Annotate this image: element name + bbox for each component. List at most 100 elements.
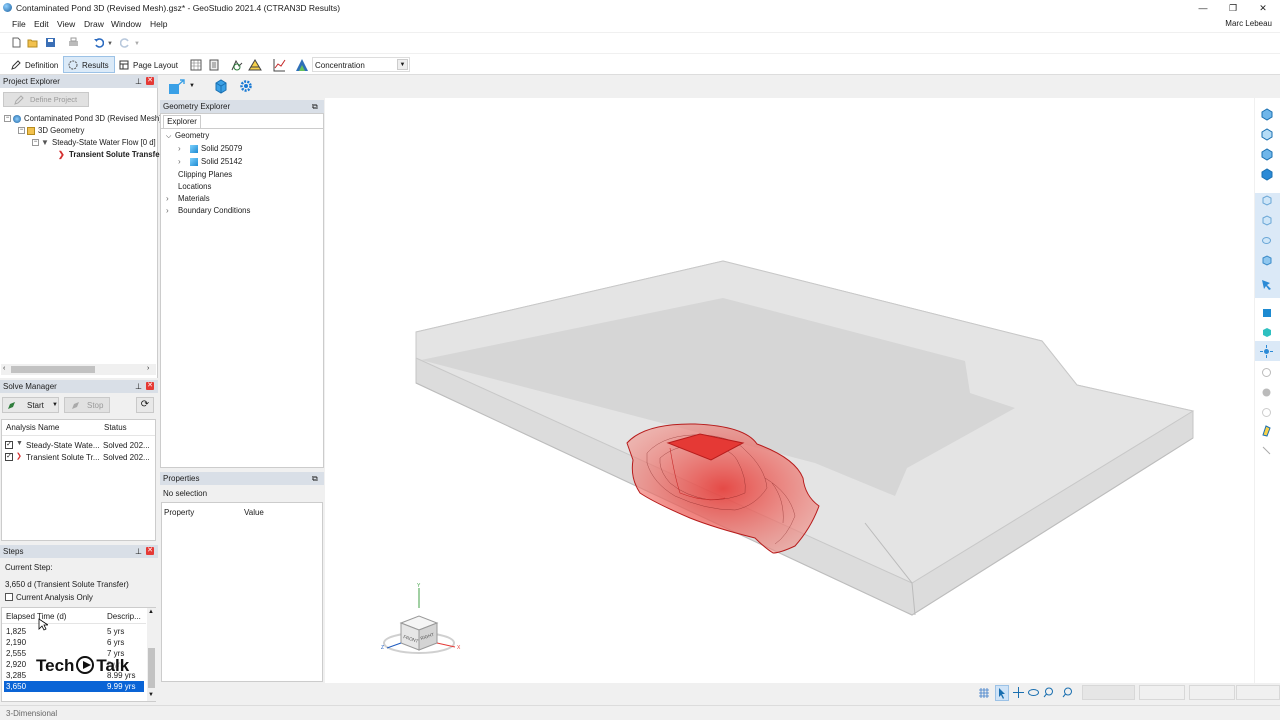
start-dropdown-icon[interactable]: ▼	[52, 402, 58, 408]
column-analysis-name[interactable]: Analysis Name	[6, 423, 59, 432]
chevron-right-icon[interactable]: ›	[166, 193, 178, 205]
view-cube-icon[interactable]	[214, 79, 228, 94]
zoom-in-icon[interactable]	[1260, 128, 1273, 141]
start-button[interactable]: Start ▼	[2, 397, 59, 413]
scroll-right-icon[interactable]: ›	[147, 365, 149, 372]
stop-button[interactable]: Stop	[64, 397, 110, 413]
current-analysis-only-checkbox[interactable]	[5, 593, 13, 601]
collapse-icon[interactable]: −	[18, 127, 25, 135]
zoom-window-icon[interactable]	[1062, 687, 1073, 698]
undo-dropdown-icon[interactable]: ▼	[107, 41, 113, 47]
scroll-up-icon[interactable]: ▲	[148, 609, 154, 615]
isoline-icon[interactable]	[248, 58, 262, 72]
close-panel-icon[interactable]: ✕	[146, 77, 154, 85]
maximize-button[interactable]: ❐	[1218, 1, 1248, 15]
results-button[interactable]: Results	[63, 56, 115, 73]
shade-icon[interactable]	[1260, 306, 1273, 319]
print-icon[interactable]	[68, 37, 79, 48]
grid-icon[interactable]	[979, 688, 989, 698]
refresh-icon[interactable]: ⟳	[136, 397, 154, 413]
isolate-icon[interactable]	[1260, 406, 1273, 419]
pin-icon[interactable]: ⊥	[135, 78, 142, 86]
orbit-icon[interactable]	[1028, 687, 1039, 698]
tree-node-transient[interactable]: ❯ Transient Solute Transfer	[58, 149, 163, 161]
tree-node-clipping-planes[interactable]: Clipping Planes	[178, 169, 232, 181]
chevron-right-icon[interactable]: ›	[166, 205, 178, 217]
definition-button[interactable]: Definition	[6, 56, 64, 73]
menu-edit[interactable]: Edit	[34, 19, 49, 29]
redo-icon[interactable]	[120, 37, 131, 48]
scroll-down-icon[interactable]: ▼	[148, 692, 154, 698]
tab-explorer[interactable]: Explorer	[163, 115, 201, 128]
table-row[interactable]: ✓ ▼ Steady-State Wate... Solved 202...	[4, 440, 154, 451]
select-mode-button[interactable]	[995, 685, 1009, 701]
select-shape-icon[interactable]	[168, 79, 186, 95]
tree-node-project[interactable]: − Contaminated Pond 3D (Revised Mesh)	[4, 113, 162, 125]
column-status[interactable]: Status	[104, 423, 127, 432]
zoom-icon[interactable]	[1043, 687, 1054, 698]
zoom-to-fit-icon[interactable]	[1260, 108, 1273, 121]
zoom-out-icon[interactable]	[1260, 148, 1273, 161]
save-icon[interactable]	[45, 37, 56, 48]
3d-model-view[interactable]: FRONT RIGHT Y X Z	[325, 98, 1254, 683]
graph-icon[interactable]	[272, 58, 286, 72]
chevron-right-icon[interactable]: ›	[178, 156, 190, 168]
chevron-down-icon[interactable]: ▼	[397, 59, 408, 70]
select-face-icon[interactable]	[1260, 278, 1273, 291]
contour-icon[interactable]	[230, 58, 244, 72]
solid-view-icon[interactable]	[1260, 326, 1273, 339]
collapse-icon[interactable]: −	[32, 139, 39, 147]
table-row[interactable]: ✓ ❯ Transient Solute Tr... Solved 202...	[4, 452, 154, 463]
3d-viewport[interactable]: FRONT RIGHT Y X Z	[325, 98, 1254, 683]
scroll-left-icon[interactable]: ‹	[3, 365, 5, 372]
column-description[interactable]: Descrip...	[107, 612, 141, 621]
column-value[interactable]: Value	[244, 508, 264, 517]
float-panel-icon[interactable]: ⧉	[312, 475, 319, 483]
side-view-icon[interactable]	[1260, 214, 1273, 227]
menu-view[interactable]: View	[57, 19, 75, 29]
menu-draw[interactable]: Draw	[84, 19, 104, 29]
table-row-selected[interactable]: 3,650 9.99 yrs	[4, 681, 144, 692]
view-cube[interactable]: FRONT RIGHT Y X Z	[381, 583, 461, 654]
result-type-icon[interactable]	[295, 58, 309, 72]
front-view-icon[interactable]	[1260, 194, 1273, 207]
tree-node-materials[interactable]: › Materials	[166, 193, 210, 205]
lighting-icon[interactable]	[1260, 345, 1273, 358]
chevron-right-icon[interactable]: ›	[178, 143, 190, 155]
tree-node-locations[interactable]: Locations	[178, 181, 211, 193]
tree-node-solid-2[interactable]: › Solid 25142	[178, 156, 242, 168]
collapse-icon[interactable]: −	[4, 115, 11, 123]
column-elapsed-time[interactable]: Elapsed Time (d)	[6, 612, 66, 621]
checkbox-checked[interactable]: ✓	[5, 441, 13, 449]
pan-icon[interactable]	[1013, 687, 1024, 698]
tree-node-solid-1[interactable]: › Solid 25079	[178, 143, 242, 155]
menu-window[interactable]: Window	[111, 19, 141, 29]
close-window-button[interactable]: ✕	[1248, 1, 1278, 15]
chevron-down-icon[interactable]: ▼	[189, 83, 195, 89]
pin-icon[interactable]: ⊥	[135, 548, 142, 556]
close-panel-icon[interactable]: ✕	[146, 547, 154, 555]
redo-dropdown-icon[interactable]: ▼	[134, 41, 140, 47]
top-view-icon[interactable]	[1260, 234, 1273, 247]
menu-help[interactable]: Help	[150, 19, 167, 29]
iso-view-icon[interactable]	[1260, 254, 1273, 267]
float-panel-icon[interactable]: ⧉	[312, 103, 319, 111]
checkbox-checked[interactable]: ✓	[5, 453, 13, 461]
result-type-dropdown[interactable]: Concentration ▼	[312, 57, 410, 72]
menu-file[interactable]: File	[12, 19, 26, 29]
tree-node-boundary-conditions[interactable]: › Boundary Conditions	[166, 205, 250, 217]
close-panel-icon[interactable]: ✕	[146, 382, 154, 390]
settings-gear-icon[interactable]	[239, 79, 253, 93]
undo-icon[interactable]	[93, 37, 104, 48]
measure-icon[interactable]	[1260, 424, 1273, 437]
tree-node-steady-state[interactable]: − ▼ Steady-State Water Flow [0 d]	[32, 137, 156, 149]
vertical-scrollbar[interactable]: ▲ ▼	[147, 608, 156, 701]
mesh-table-icon[interactable]	[190, 59, 202, 71]
scrollbar-thumb[interactable]	[148, 648, 155, 688]
show-icon[interactable]	[1260, 386, 1273, 399]
rotate-view-icon[interactable]	[1260, 168, 1273, 181]
chevron-down-icon[interactable]: ⌵	[166, 131, 175, 143]
minimize-button[interactable]: —	[1188, 1, 1218, 15]
tree-node-geometry[interactable]: − 3D Geometry	[18, 125, 84, 137]
page-layout-button[interactable]: Page Layout	[114, 56, 184, 73]
